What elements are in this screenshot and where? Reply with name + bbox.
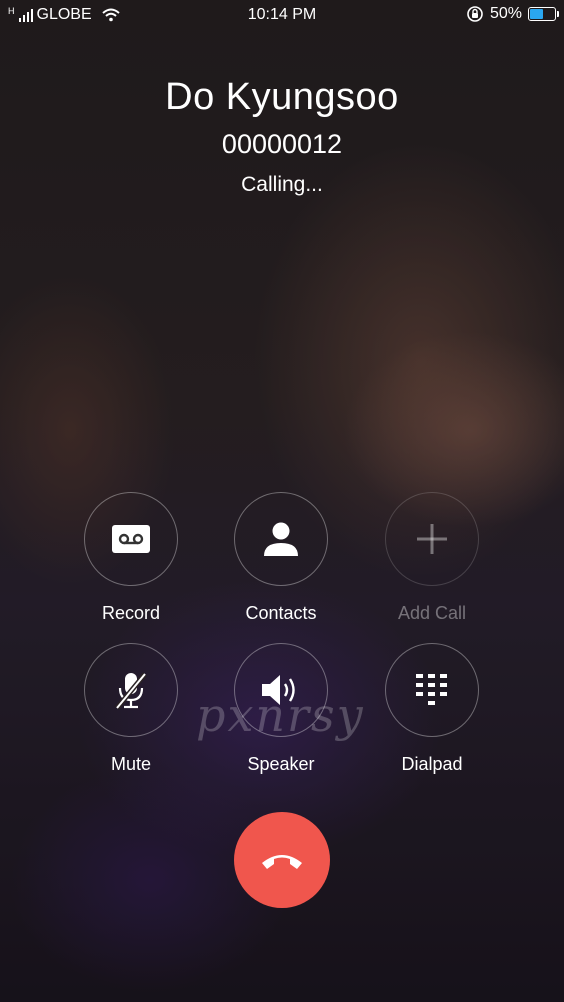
plus-icon [415, 522, 449, 556]
person-icon [262, 520, 300, 558]
rotation-lock-icon [466, 5, 484, 23]
caller-number: 00000012 [221, 129, 343, 159]
add-call-button-circle[interactable] [385, 492, 479, 586]
speaker-label: Speaker [247, 754, 315, 774]
battery-percent: 50% [489, 5, 522, 22]
caller-name: Do Kyungsoo [165, 76, 399, 118]
contacts-button-circle[interactable] [234, 492, 328, 586]
dialpad-button-circle[interactable] [385, 643, 479, 737]
dialpad-label: Dialpad [401, 754, 463, 774]
caller-info: Do Kyungsoo 00000012 Calling... [0, 76, 564, 197]
microphone-off-icon [113, 670, 149, 710]
cassette-icon [111, 524, 151, 554]
speaker-button[interactable]: Speaker [206, 643, 356, 775]
record-label: Record [101, 603, 161, 623]
status-bar: H GLOBE 10:14 PM 50% [0, 0, 564, 30]
status-bar-right: 50% [466, 5, 559, 23]
speaker-button-circle[interactable] [234, 643, 328, 737]
dialpad-button[interactable]: Dialpad [357, 643, 507, 775]
contacts-label: Contacts [245, 603, 317, 623]
record-button-circle[interactable] [84, 492, 178, 586]
add-call-label: Add Call [397, 603, 467, 623]
end-call-button[interactable] [234, 812, 330, 908]
phone-hangup-icon [259, 849, 305, 871]
dialpad-icon [414, 672, 450, 708]
battery-icon [528, 7, 559, 21]
add-call-button[interactable]: Add Call [357, 492, 507, 624]
speaker-icon [260, 672, 302, 708]
mute-button[interactable]: Mute [56, 643, 206, 775]
mute-button-circle[interactable] [84, 643, 178, 737]
call-status: Calling... [241, 173, 323, 196]
mute-label: Mute [110, 754, 152, 774]
contacts-button[interactable]: Contacts [206, 492, 356, 624]
record-button[interactable]: Record [56, 492, 206, 624]
